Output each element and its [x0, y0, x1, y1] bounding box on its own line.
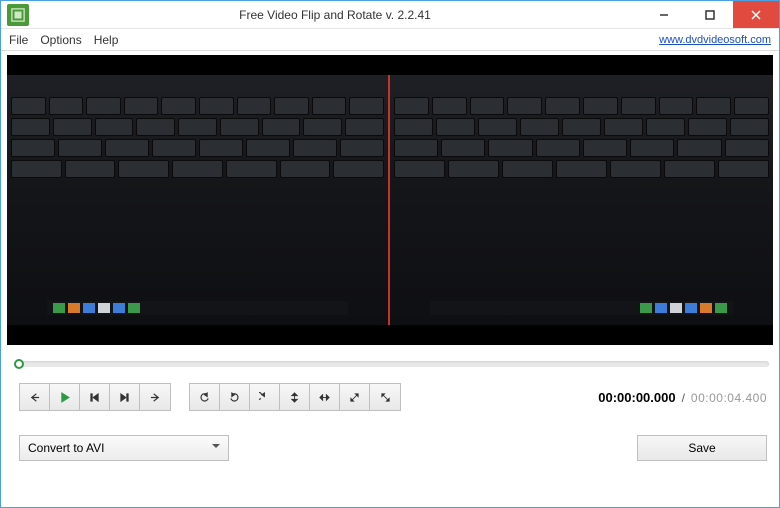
menu-bar: File Options Help www.dvdvideosoft.com — [1, 29, 779, 51]
rotate-cw-button[interactable] — [250, 384, 280, 410]
format-dropdown[interactable]: Convert to AVI — [19, 435, 229, 461]
menu-help[interactable]: Help — [94, 33, 119, 47]
flip-vertical-button[interactable] — [280, 384, 310, 410]
play-icon — [59, 392, 70, 403]
flip-vertical-icon — [289, 392, 300, 403]
next-button[interactable] — [140, 384, 170, 410]
window-title: Free Video Flip and Rotate v. 2.2.41 — [29, 8, 641, 22]
minimize-button[interactable] — [641, 1, 687, 28]
format-selected: Convert to AVI — [28, 441, 104, 455]
video-preview — [7, 55, 773, 345]
time-total: 00:00:04.400 — [691, 391, 767, 405]
play-button[interactable] — [50, 384, 80, 410]
transform-group — [189, 383, 401, 411]
arrow-left-icon — [29, 392, 40, 403]
window-controls — [641, 1, 779, 28]
prev-button[interactable] — [20, 384, 50, 410]
flip-diagonal-1-icon — [349, 392, 360, 403]
step-forward-icon — [119, 392, 130, 403]
flip-horizontal-button[interactable] — [310, 384, 340, 410]
time-current: 00:00:00.000 — [598, 390, 675, 405]
close-button[interactable] — [733, 1, 779, 28]
maximize-button[interactable] — [687, 1, 733, 28]
flip-diagonal-2-icon — [380, 392, 391, 403]
save-button[interactable]: Save — [637, 435, 767, 461]
rotate-ccw-icon — [199, 392, 210, 403]
rotate-cw-icon — [259, 392, 270, 403]
controls-row: 00:00:00.000 / 00:00:04.400 — [1, 373, 779, 417]
website-link[interactable]: www.dvdvideosoft.com — [659, 34, 771, 46]
seek-bar-row — [1, 345, 779, 373]
menu-file[interactable]: File — [9, 33, 28, 47]
time-separator: / — [682, 391, 685, 405]
video-pane-result — [390, 75, 773, 325]
arrow-right-icon — [150, 392, 161, 403]
seek-thumb[interactable] — [14, 359, 24, 369]
rotate-180-icon — [229, 392, 240, 403]
rotate-ccw-button[interactable] — [190, 384, 220, 410]
playback-group — [19, 383, 171, 411]
rotate-180-button[interactable] — [220, 384, 250, 410]
app-icon — [7, 4, 29, 26]
seek-bar[interactable] — [19, 361, 769, 367]
menu-options[interactable]: Options — [40, 33, 81, 47]
title-bar: Free Video Flip and Rotate v. 2.2.41 — [1, 1, 779, 29]
step-back-button[interactable] — [80, 384, 110, 410]
flip-diag1-button[interactable] — [340, 384, 370, 410]
flip-horizontal-icon — [319, 392, 330, 403]
time-display: 00:00:00.000 / 00:00:04.400 — [598, 390, 767, 405]
step-back-icon — [89, 392, 100, 403]
step-forward-button[interactable] — [110, 384, 140, 410]
flip-diag2-button[interactable] — [370, 384, 400, 410]
bottom-row: Convert to AVI Save — [1, 417, 779, 471]
video-pane-original — [7, 75, 390, 325]
